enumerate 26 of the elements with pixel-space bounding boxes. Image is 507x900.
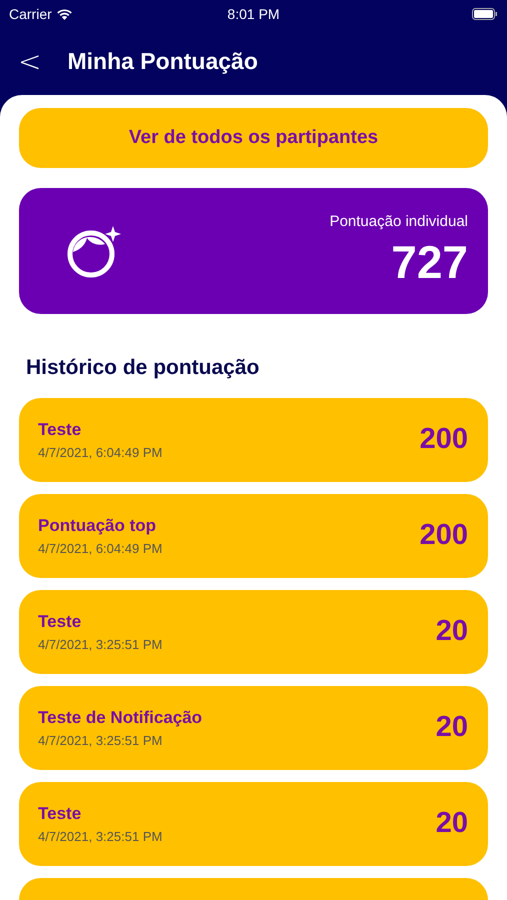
entry-points: 20 xyxy=(436,710,468,745)
section-heading: Histórico de pontuação xyxy=(26,355,260,381)
entry-title: Teste xyxy=(38,419,82,441)
entry-date: 4/7/2021, 3:25:51 PM xyxy=(38,828,162,846)
entry-title: Pontuação top xyxy=(38,515,158,537)
back-button[interactable]: < xyxy=(18,48,42,76)
entry-points: 200 xyxy=(420,422,468,457)
carrier-label: Carrier xyxy=(9,4,52,24)
wifi-icon xyxy=(56,8,73,20)
entry-points: 200 xyxy=(420,518,468,553)
all-participants-button[interactable]: Ver de todos os partipantes xyxy=(19,108,488,168)
entry-date: 4/7/2021, 3:25:51 PM xyxy=(38,636,162,654)
status-time: 8:01 PM xyxy=(227,4,280,24)
entry-points: 20 xyxy=(436,614,468,649)
entry-date: 4/7/2021, 6:04:49 PM xyxy=(38,444,162,462)
entry-date: 4/7/2021, 6:04:49 PM xyxy=(38,540,162,558)
entry-title: Teste xyxy=(38,803,82,825)
page-title: Minha Pontuação xyxy=(67,47,258,76)
battery-icon xyxy=(472,8,498,20)
entry-points: 20 xyxy=(436,806,468,841)
score-label: Pontuação individual xyxy=(330,212,468,232)
entry-title: Teste de Notificação xyxy=(38,707,202,729)
entry-title: Teste xyxy=(38,611,82,633)
score-value: 727 xyxy=(391,234,468,290)
sparkle-avatar-icon xyxy=(65,224,123,278)
entry-date: 4/7/2021, 3:25:51 PM xyxy=(38,732,164,750)
